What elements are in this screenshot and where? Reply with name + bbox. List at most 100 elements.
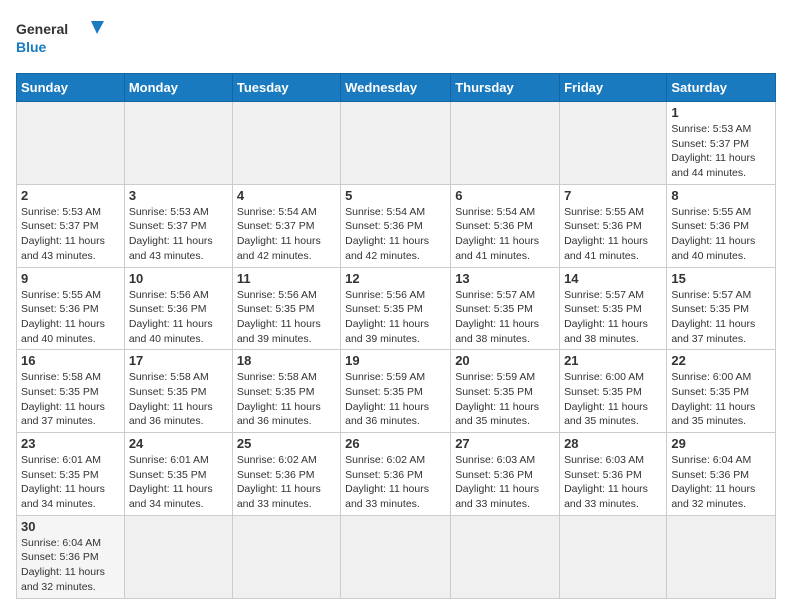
day-number: 25 — [237, 436, 336, 451]
day-number: 4 — [237, 188, 336, 203]
day-info: Sunrise: 6:01 AM Sunset: 5:35 PM Dayligh… — [129, 453, 228, 512]
calendar-cell: 29Sunrise: 6:04 AM Sunset: 5:36 PM Dayli… — [667, 433, 776, 516]
calendar-cell: 7 Sunrise: 5:55 AM Sunset: 5:36 PM Daylig… — [560, 184, 667, 267]
day-info: Sunrise: 5:57 AM Sunset: 5:35 PM Dayligh… — [671, 288, 771, 347]
calendar-cell: 25Sunrise: 6:02 AM Sunset: 5:36 PM Dayli… — [232, 433, 340, 516]
day-number: 8 — [671, 188, 771, 203]
day-info: Sunrise: 5:55 AM Sunset: 5:36 PM Dayligh… — [21, 288, 120, 347]
calendar-cell: 4 Sunrise: 5:54 AM Sunset: 5:37 PM Daylig… — [232, 184, 340, 267]
day-info: Sunrise: 6:01 AM Sunset: 5:35 PM Dayligh… — [21, 453, 120, 512]
calendar-cell: 21Sunrise: 6:00 AM Sunset: 5:35 PM Dayli… — [560, 350, 667, 433]
calendar-cell — [341, 515, 451, 598]
calendar-cell: 12 Sunrise: 5:56 AM Sunset: 5:35 PM Dayli… — [341, 267, 451, 350]
calendar-week-row: 23 Sunrise: 6:01 AM Sunset: 5:35 PM Dayli… — [17, 433, 776, 516]
calendar-cell: 10Sunrise: 5:56 AM Sunset: 5:36 PM Dayli… — [124, 267, 232, 350]
calendar-cell — [17, 102, 125, 185]
calendar-cell: 6 Sunrise: 5:54 AM Sunset: 5:36 PM Daylig… — [451, 184, 560, 267]
day-number: 16 — [21, 353, 120, 368]
svg-text:General: General — [16, 21, 68, 37]
day-number: 7 — [564, 188, 662, 203]
calendar-cell: 11Sunrise: 5:56 AM Sunset: 5:35 PM Dayli… — [232, 267, 340, 350]
calendar-cell: 15 Sunrise: 5:57 AM Sunset: 5:35 PM Dayli… — [667, 267, 776, 350]
calendar-cell: 28 Sunrise: 6:03 AM Sunset: 5:36 PM Dayli… — [560, 433, 667, 516]
day-info: Sunrise: 5:55 AM Sunset: 5:36 PM Dayligh… — [564, 205, 662, 264]
day-number: 6 — [455, 188, 555, 203]
day-info: Sunrise: 5:59 AM Sunset: 5:35 PM Dayligh… — [345, 370, 446, 429]
day-info: Sunrise: 5:58 AM Sunset: 5:35 PM Dayligh… — [237, 370, 336, 429]
day-info: Sunrise: 5:54 AM Sunset: 5:36 PM Dayligh… — [345, 205, 446, 264]
calendar-cell — [232, 515, 340, 598]
calendar-cell — [667, 515, 776, 598]
calendar-cell: 9 Sunrise: 5:55 AM Sunset: 5:36 PM Daylig… — [17, 267, 125, 350]
day-info: Sunrise: 5:53 AM Sunset: 5:37 PM Dayligh… — [21, 205, 120, 264]
col-header-friday: Friday — [560, 74, 667, 102]
calendar-cell: 5 Sunrise: 5:54 AM Sunset: 5:36 PM Daylig… — [341, 184, 451, 267]
day-info: Sunrise: 6:00 AM Sunset: 5:35 PM Dayligh… — [671, 370, 771, 429]
day-number: 22 — [671, 353, 771, 368]
day-number: 26 — [345, 436, 446, 451]
svg-text:Blue: Blue — [16, 39, 47, 55]
day-number: 24 — [129, 436, 228, 451]
day-number: 2 — [21, 188, 120, 203]
day-info: Sunrise: 5:54 AM Sunset: 5:36 PM Dayligh… — [455, 205, 555, 264]
col-header-monday: Monday — [124, 74, 232, 102]
day-number: 30 — [21, 519, 120, 534]
day-info: Sunrise: 6:04 AM Sunset: 5:36 PM Dayligh… — [21, 536, 120, 595]
calendar-cell: 8Sunrise: 5:55 AM Sunset: 5:36 PM Daylig… — [667, 184, 776, 267]
day-info: Sunrise: 6:03 AM Sunset: 5:36 PM Dayligh… — [564, 453, 662, 512]
calendar-cell — [124, 102, 232, 185]
calendar-week-row: 16 Sunrise: 5:58 AM Sunset: 5:35 PM Dayli… — [17, 350, 776, 433]
calendar-week-row: 2 Sunrise: 5:53 AM Sunset: 5:37 PM Daylig… — [17, 184, 776, 267]
day-info: Sunrise: 5:56 AM Sunset: 5:35 PM Dayligh… — [345, 288, 446, 347]
day-number: 9 — [21, 271, 120, 286]
calendar-cell: 26Sunrise: 6:02 AM Sunset: 5:36 PM Dayli… — [341, 433, 451, 516]
day-number: 29 — [671, 436, 771, 451]
calendar-cell: 24 Sunrise: 6:01 AM Sunset: 5:35 PM Dayli… — [124, 433, 232, 516]
calendar-cell: 16Sunrise: 5:58 AM Sunset: 5:35 PM Dayli… — [17, 350, 125, 433]
day-info: Sunrise: 5:53 AM Sunset: 5:37 PM Dayligh… — [129, 205, 228, 264]
calendar-cell — [341, 102, 451, 185]
calendar-cell — [451, 515, 560, 598]
calendar-cell: 27Sunrise: 6:03 AM Sunset: 5:36 PM Dayli… — [451, 433, 560, 516]
day-number: 18 — [237, 353, 336, 368]
calendar-cell: 3 Sunrise: 5:53 AM Sunset: 5:37 PM Daylig… — [124, 184, 232, 267]
calendar-cell: 23 Sunrise: 6:01 AM Sunset: 5:35 PM Dayli… — [17, 433, 125, 516]
day-info: Sunrise: 5:57 AM Sunset: 5:35 PM Dayligh… — [455, 288, 555, 347]
calendar-cell: 13Sunrise: 5:57 AM Sunset: 5:35 PM Dayli… — [451, 267, 560, 350]
calendar-cell: 14Sunrise: 5:57 AM Sunset: 5:35 PM Dayli… — [560, 267, 667, 350]
day-number: 5 — [345, 188, 446, 203]
calendar-cell — [560, 102, 667, 185]
day-info: Sunrise: 5:54 AM Sunset: 5:37 PM Dayligh… — [237, 205, 336, 264]
calendar-header-row: SundayMondayTuesdayWednesdayThursdayFrid… — [17, 74, 776, 102]
calendar-cell: 2 Sunrise: 5:53 AM Sunset: 5:37 PM Daylig… — [17, 184, 125, 267]
calendar-cell: 19 Sunrise: 5:59 AM Sunset: 5:35 PM Dayli… — [341, 350, 451, 433]
day-number: 3 — [129, 188, 228, 203]
day-info: Sunrise: 5:59 AM Sunset: 5:35 PM Dayligh… — [455, 370, 555, 429]
day-number: 27 — [455, 436, 555, 451]
calendar-cell: 18 Sunrise: 5:58 AM Sunset: 5:35 PM Dayli… — [232, 350, 340, 433]
calendar-week-row: 1 Sunrise: 5:53 AM Sunset: 5:37 PM Daylig… — [17, 102, 776, 185]
logo-svg: General Blue — [16, 16, 106, 61]
day-info: Sunrise: 5:56 AM Sunset: 5:36 PM Dayligh… — [129, 288, 228, 347]
calendar-cell: 30 Sunrise: 6:04 AM Sunset: 5:36 PM Dayli… — [17, 515, 125, 598]
col-header-tuesday: Tuesday — [232, 74, 340, 102]
day-number: 19 — [345, 353, 446, 368]
calendar-cell — [124, 515, 232, 598]
day-number: 15 — [671, 271, 771, 286]
calendar-cell: 17Sunrise: 5:58 AM Sunset: 5:35 PM Dayli… — [124, 350, 232, 433]
col-header-sunday: Sunday — [17, 74, 125, 102]
day-number: 14 — [564, 271, 662, 286]
day-number: 28 — [564, 436, 662, 451]
logo: General Blue — [16, 16, 106, 61]
calendar-week-row: 9 Sunrise: 5:55 AM Sunset: 5:36 PM Daylig… — [17, 267, 776, 350]
calendar-cell: 1 Sunrise: 5:53 AM Sunset: 5:37 PM Daylig… — [667, 102, 776, 185]
calendar-cell — [451, 102, 560, 185]
day-number: 12 — [345, 271, 446, 286]
day-info: Sunrise: 5:53 AM Sunset: 5:37 PM Dayligh… — [671, 122, 771, 181]
calendar-cell — [232, 102, 340, 185]
day-number: 21 — [564, 353, 662, 368]
day-info: Sunrise: 5:56 AM Sunset: 5:35 PM Dayligh… — [237, 288, 336, 347]
day-number: 23 — [21, 436, 120, 451]
calendar-table: SundayMondayTuesdayWednesdayThursdayFrid… — [16, 73, 776, 599]
day-number: 1 — [671, 105, 771, 120]
